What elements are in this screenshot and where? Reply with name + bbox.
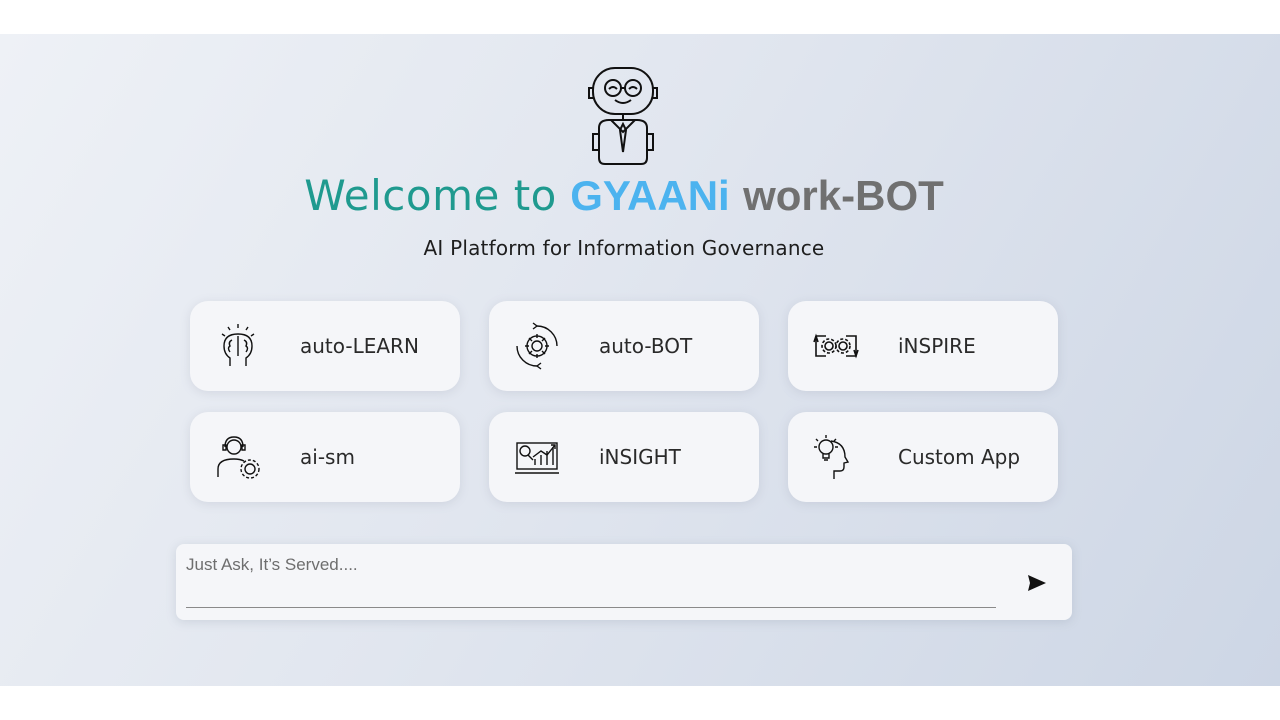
title-welcome: Welcome to <box>304 171 557 220</box>
tile-insight[interactable]: iNSIGHT <box>489 412 759 502</box>
robot-mascot-icon <box>588 67 658 165</box>
gear-cycle-icon <box>516 322 558 370</box>
ask-input[interactable] <box>186 552 996 608</box>
analytics-icon <box>515 442 559 474</box>
send-icon[interactable] <box>1026 572 1048 594</box>
app-tiles: auto-LEARN auto-BOT iNSPIRE ai-sm iNSIGH… <box>190 301 1060 503</box>
tile-label: iNSPIRE <box>898 334 976 358</box>
brain-head-icon <box>221 324 255 366</box>
gears-icon <box>813 333 859 359</box>
tile-label: auto-LEARN <box>300 334 419 358</box>
tile-label: auto-BOT <box>599 334 693 358</box>
app-background: Welcome to GYAANi work-BOT AI Platform f… <box>0 34 1280 686</box>
title-brand: GYAANi <box>570 172 730 219</box>
tile-custom-app[interactable]: Custom App <box>788 412 1058 502</box>
page-title: Welcome to GYAANi work-BOT <box>0 170 1248 222</box>
tile-auto-learn[interactable]: auto-LEARN <box>190 301 460 391</box>
tile-label: iNSIGHT <box>599 445 681 469</box>
support-agent-icon <box>217 436 260 479</box>
tile-ai-sm[interactable]: ai-sm <box>190 412 460 502</box>
tile-auto-bot[interactable]: auto-BOT <box>489 301 759 391</box>
ask-box <box>176 544 1072 620</box>
title-product: work-BOT <box>743 172 944 219</box>
tile-inspire[interactable]: iNSPIRE <box>788 301 1058 391</box>
tile-label: Custom App <box>898 445 1021 469</box>
page-subtitle: AI Platform for Information Governance <box>423 236 825 260</box>
tile-label: ai-sm <box>300 445 355 469</box>
idea-head-icon <box>814 435 850 479</box>
